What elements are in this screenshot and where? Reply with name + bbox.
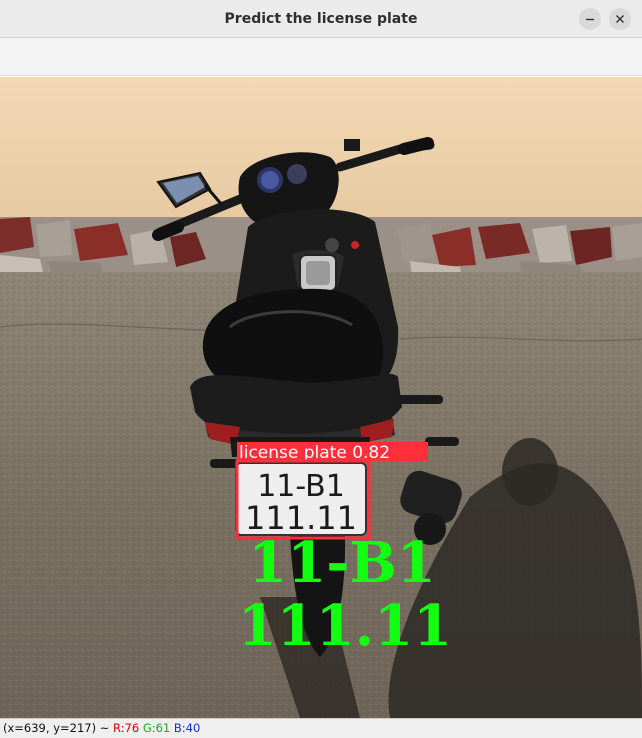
- minimize-button[interactable]: [579, 8, 601, 30]
- status-blue-value: B:40: [173, 721, 201, 735]
- status-coordinates: (x=639, y=217) ~: [3, 721, 114, 735]
- status-bar: (x=639, y=217) ~ R:76 G:61 B:40: [0, 718, 642, 738]
- ocr-result-line-2: 111.11: [238, 593, 452, 659]
- status-green-value: G:61: [142, 721, 171, 735]
- close-icon: [616, 15, 624, 23]
- image-viewport[interactable]: 11-B1 111.11 license plate 0.82 11-B1 11…: [0, 77, 642, 718]
- photo-canvas: 11-B1 111.11 license plate 0.82 11-B1 11…: [0, 77, 642, 718]
- minimize-icon: [586, 18, 594, 21]
- title-bar: Predict the license plate: [0, 0, 642, 38]
- ocr-result-line-1: 11-B1: [248, 530, 435, 596]
- license-plate: 11-B1 111.11: [235, 462, 367, 537]
- status-red-value: R:76: [113, 721, 140, 735]
- close-button[interactable]: [609, 8, 631, 30]
- toolbar: [0, 38, 642, 76]
- window-title: Predict the license plate: [224, 11, 418, 27]
